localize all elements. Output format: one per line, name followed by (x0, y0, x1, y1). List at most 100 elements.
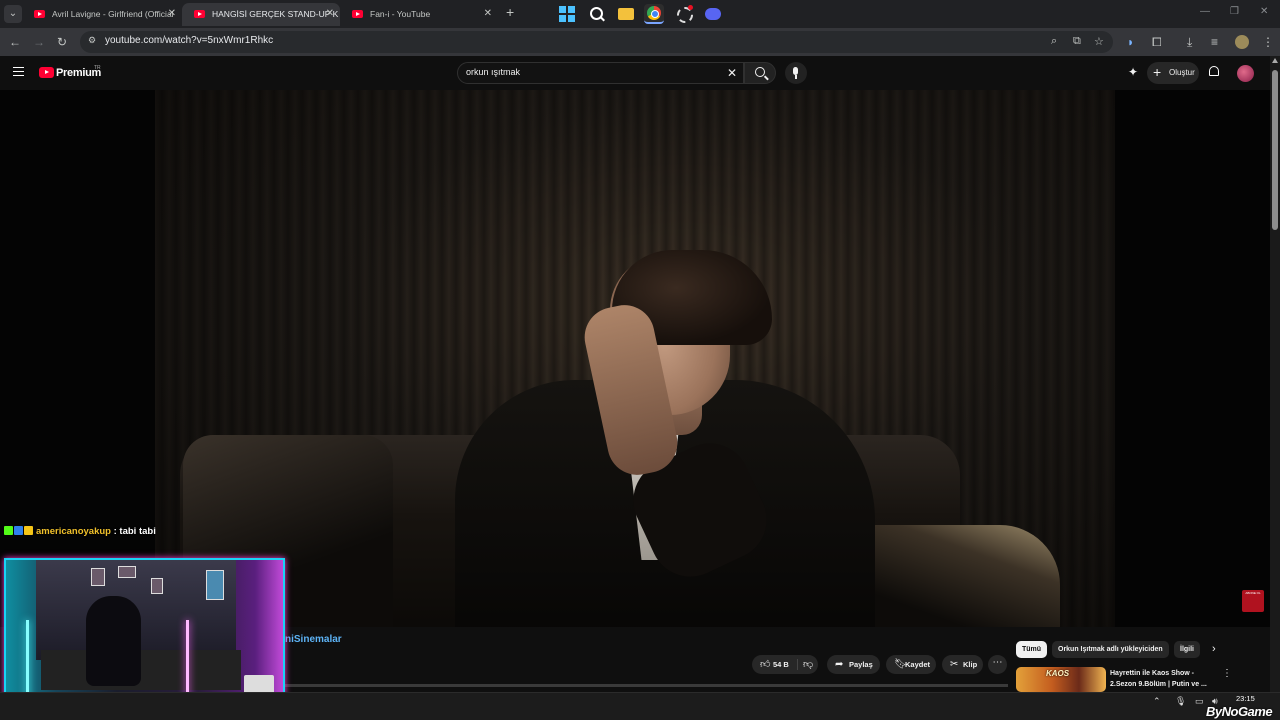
avatar[interactable] (1237, 65, 1254, 82)
youtube-logo-icon[interactable] (39, 67, 54, 78)
dislike-icon: 👎︎ (803, 659, 814, 670)
tab-title: Avril Lavigne - Girlfriend (Official (52, 9, 174, 19)
tab-title: HANGİSİ GERÇEK STAND-UP K (212, 9, 339, 19)
forward-icon[interactable]: → (33, 34, 45, 50)
scroll-up-arrow-icon[interactable] (1272, 58, 1278, 63)
clip-label: Klip (963, 660, 978, 669)
plus-icon: + (1153, 64, 1162, 80)
browser-tab-2[interactable]: HANGİSİ GERÇEK STAND-UP K ✕ (182, 3, 340, 26)
dislike-button[interactable]: 👎︎ (799, 655, 818, 674)
microphone-icon[interactable]: 🎙︎ (1175, 696, 1186, 707)
chat-text: : tabi tabi (110, 526, 156, 537)
extension-icon[interactable]: ◗ (1127, 34, 1134, 50)
close-tab-icon[interactable]: ✕ (484, 3, 492, 25)
new-tab-button[interactable]: + (506, 4, 514, 20)
zoom-icon[interactable]: ⌕ (1051, 35, 1057, 48)
stream-chat-message: americanoyakup : tabi tabi (4, 526, 156, 540)
app-icon[interactable] (674, 4, 694, 24)
restore-icon[interactable]: ❐ (1230, 6, 1239, 17)
address-bar[interactable]: ⚙ youtube.com/watch?v=5nxWmr1Rhkc ⌕ ⧉ ☆ (80, 31, 1113, 53)
subscribe-watermark[interactable]: ABONE OL (1242, 590, 1264, 612)
reload-icon[interactable]: ↻ (57, 34, 67, 50)
browser-toolbar: ← → ↻ ⚙ youtube.com/watch?v=5nxWmr1Rhkc … (0, 28, 1280, 56)
cast-icon[interactable]: ⧉ (1073, 35, 1081, 48)
voice-search-icon[interactable] (785, 62, 807, 84)
youtube-header: Premium TR ✕ ✦ + Oluştur (0, 56, 1270, 90)
clock-time: 23:15 (1236, 694, 1255, 703)
like-icon[interactable]: 👍︎ (760, 655, 770, 674)
back-icon[interactable]: ← (9, 34, 21, 50)
discord-icon[interactable] (703, 4, 723, 24)
clip-button[interactable]: ✂ Klip (942, 655, 983, 674)
share-button[interactable]: ➦ Paylaş (827, 655, 880, 674)
webcam-desk (41, 650, 241, 690)
chip-related[interactable]: İlgili (1174, 641, 1200, 658)
chip-all[interactable]: Tümü (1016, 641, 1048, 658)
chat-username: americanoyakup (36, 526, 111, 537)
logo-country-code: TR (94, 65, 101, 71)
close-tab-icon[interactable]: ✕ (326, 3, 334, 25)
browser-tab-3[interactable]: Fan-i - YouTube ✕ (340, 3, 498, 26)
scroll-progress-bar (283, 684, 1008, 687)
video-player[interactable]: ABONE OL (0, 90, 1270, 627)
chat-badge-icon (14, 526, 23, 535)
site-info-icon[interactable]: ⚙ (88, 35, 100, 47)
chip-from-uploader[interactable]: Orkun Işıtmak adlı yükleyiciden (1052, 641, 1169, 658)
thumbnail-text: KAOS (1046, 669, 1070, 678)
taskbar-clock[interactable]: 23:15 (1236, 694, 1255, 704)
streamer-watermark: ByNoGame (1206, 704, 1273, 719)
browser-tab-1[interactable]: Avril Lavigne - Girlfriend (Official ✕ (22, 3, 182, 26)
taskbar-search-icon[interactable] (587, 4, 607, 24)
wall-poster (206, 570, 224, 600)
scissors-icon: ✂ (950, 659, 959, 670)
tab-search-button[interactable]: ⌄ (4, 5, 22, 23)
create-button[interactable]: + Oluştur (1147, 62, 1199, 84)
channel-name[interactable]: niSinemalar (285, 634, 342, 645)
youtube-favicon-icon (194, 10, 205, 18)
tray-chevron-icon[interactable]: ⌃ (1153, 696, 1161, 707)
browser-tab-strip: ⌄ Avril Lavigne - Girlfriend (Official ✕… (0, 0, 1280, 28)
like-count[interactable]: 54 B (773, 655, 789, 674)
search-input[interactable] (466, 67, 716, 77)
streamer-silhouette (86, 596, 141, 686)
more-actions-button[interactable]: ⋯ (988, 655, 1007, 674)
recommendation-thumbnail[interactable]: KAOS (1016, 667, 1106, 692)
clear-search-icon[interactable]: ✕ (727, 66, 737, 80)
close-window-icon[interactable]: ✕ (1260, 6, 1268, 17)
pink-light (186, 620, 189, 700)
create-label: Oluştur (1169, 68, 1195, 77)
search-box[interactable]: ✕ (457, 62, 744, 84)
network-icon[interactable]: ▭ (1195, 696, 1204, 707)
url-text: youtube.com/watch?v=5nxWmr1Rhkc (105, 35, 274, 46)
media-control-icon[interactable]: ≡ (1211, 34, 1218, 50)
like-divider (797, 659, 798, 670)
browser-menu-icon[interactable]: ⋮ (1262, 34, 1274, 50)
youtube-favicon-icon (352, 10, 363, 18)
wall-frame (118, 566, 136, 578)
profile-avatar-icon[interactable] (1235, 35, 1249, 49)
extensions-puzzle-icon[interactable]: ⧠ (1152, 34, 1162, 50)
youtube-favicon-icon (34, 10, 45, 18)
chrome-icon[interactable] (644, 4, 664, 24)
wall-frame (151, 578, 163, 594)
notifications-bell-icon[interactable] (1209, 66, 1219, 76)
chevron-right-icon[interactable]: › (1212, 643, 1216, 655)
windows-taskbar (0, 692, 1280, 720)
windows-start-icon[interactable] (557, 4, 577, 24)
recommendation-title[interactable]: Hayrettin ile Kaos Show - 2.Sezon 9.Bölü… (1110, 668, 1210, 690)
search-button[interactable] (744, 62, 776, 84)
recommendation-menu-icon[interactable]: ⋮ (1222, 668, 1232, 679)
scrollbar-thumb[interactable] (1272, 70, 1278, 230)
wall-frame (91, 568, 105, 586)
page-scrollbar[interactable] (1270, 56, 1280, 692)
search-icon (755, 67, 765, 77)
minimize-icon[interactable]: — (1200, 6, 1210, 17)
create-sparkle-icon[interactable]: ✦ (1128, 65, 1138, 79)
close-tab-icon[interactable]: ✕ (168, 3, 176, 25)
save-button[interactable]: 🔖︎ Kaydet (886, 655, 936, 674)
chat-badge-icon (4, 526, 13, 535)
file-explorer-icon[interactable] (616, 4, 636, 24)
menu-icon[interactable] (13, 67, 24, 76)
download-icon[interactable]: ⤓ (1187, 34, 1192, 50)
bookmark-star-icon[interactable]: ☆ (1094, 35, 1104, 48)
